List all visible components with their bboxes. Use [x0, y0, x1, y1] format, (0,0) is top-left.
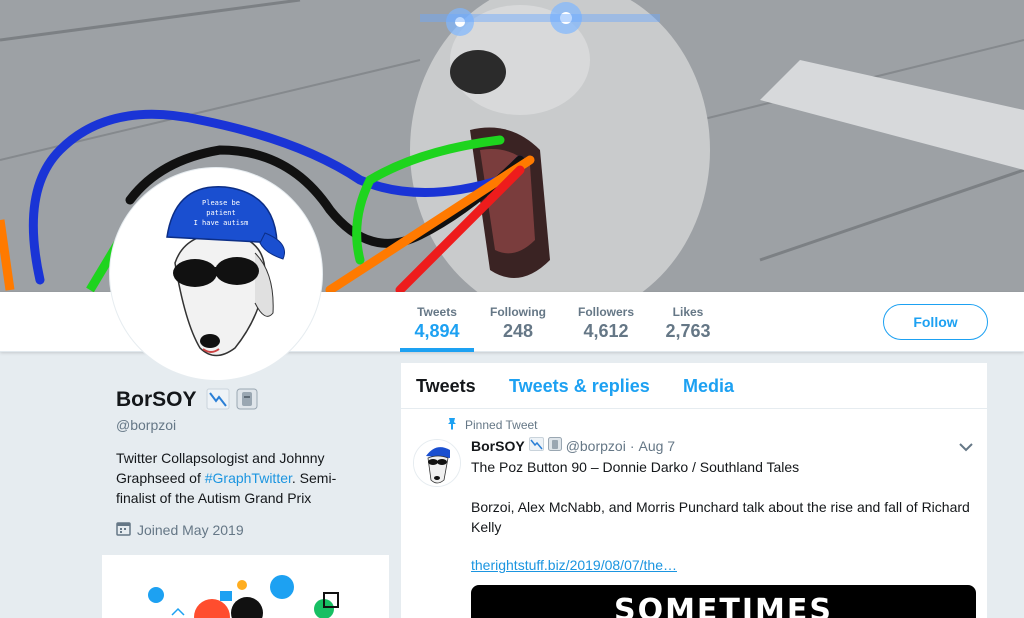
svg-text:I have autism: I have autism	[194, 219, 249, 227]
tab-tweets-replies[interactable]: Tweets & replies	[509, 376, 650, 397]
svg-text:patient: patient	[206, 209, 236, 217]
tweet-author-name[interactable]: BorSOY	[471, 438, 525, 454]
stat-following[interactable]: Following 248	[486, 292, 550, 352]
pinned-tweet[interactable]: Pinned Tweet BorSOY @borpzoi · Aug 7 The…	[401, 409, 987, 618]
stat-followers-value: 4,612	[583, 321, 629, 341]
moai-icon	[236, 388, 258, 415]
stat-tweets-label: Tweets	[417, 305, 457, 319]
stat-followers-label: Followers	[577, 305, 634, 319]
stat-likes[interactable]: Likes 2,763	[660, 292, 716, 352]
tweet-text-line-2: Borzoi, Alex McNabb, and Morris Punchard…	[471, 499, 970, 535]
svg-text:Please be: Please be	[202, 199, 240, 207]
tab-media[interactable]: Media	[683, 376, 734, 397]
stat-followers[interactable]: Followers 4,612	[574, 292, 638, 352]
timeline: Tweets Tweets & replies Media Pinned Twe…	[401, 363, 987, 618]
timeline-tabs: Tweets Tweets & replies Media	[401, 363, 987, 409]
calendar-icon	[116, 521, 131, 539]
tweet-date[interactable]: Aug 7	[639, 438, 676, 454]
tweet-separator: ·	[629, 437, 635, 454]
stat-tweets[interactable]: Tweets 4,894	[400, 292, 474, 352]
photos-videos-box[interactable]	[102, 555, 389, 618]
chart-down-icon	[528, 437, 544, 454]
stat-following-value: 248	[502, 321, 534, 341]
pinned-label: Pinned Tweet	[447, 417, 538, 433]
tweet-author-handle[interactable]: @borpzoi	[566, 438, 626, 454]
avatar-image: Please be patient I have autism	[115, 173, 317, 375]
stat-likes-label: Likes	[672, 305, 704, 319]
tweet-header: BorSOY @borpzoi · Aug 7	[471, 437, 675, 454]
tweet-avatar[interactable]	[413, 439, 461, 487]
tweet-avatar-image	[414, 440, 460, 486]
stat-likes-value: 2,763	[665, 321, 711, 341]
tab-tweets[interactable]: Tweets	[416, 376, 476, 397]
tweet-link[interactable]: therightstuff.biz/2019/08/07/the…	[471, 557, 677, 573]
stat-tweets-value: 4,894	[414, 321, 460, 341]
joined-date: Joined May 2019	[116, 521, 244, 539]
tweet-text-line-1: The Poz Button 90 – Donnie Darko / South…	[471, 459, 800, 475]
profile-handle[interactable]: @borpzoi	[116, 417, 176, 433]
name-emoji-group	[206, 388, 258, 415]
media-thumbnail	[148, 575, 339, 618]
link-card[interactable]: SOMETIMES	[471, 585, 976, 618]
follow-button[interactable]: Follow	[883, 304, 988, 340]
profile-avatar[interactable]: Please be patient I have autism	[110, 168, 322, 380]
stat-following-label: Following	[490, 305, 546, 319]
joined-text: Joined May 2019	[137, 522, 244, 538]
profile-name[interactable]: BorSOY	[116, 388, 197, 412]
profile-bio: Twitter Collapsologist and Johnny Graphs…	[116, 448, 346, 508]
pinned-text: Pinned Tweet	[465, 418, 538, 432]
moai-icon	[547, 437, 562, 454]
bio-hashtag-link[interactable]: #GraphTwitter	[205, 470, 292, 486]
chevron-down-icon[interactable]	[959, 439, 973, 455]
pin-icon	[447, 417, 457, 433]
card-image-text: SOMETIMES	[613, 593, 834, 618]
tweet-text: The Poz Button 90 – Donnie Darko / South…	[471, 457, 976, 537]
chart-down-icon	[206, 388, 230, 415]
